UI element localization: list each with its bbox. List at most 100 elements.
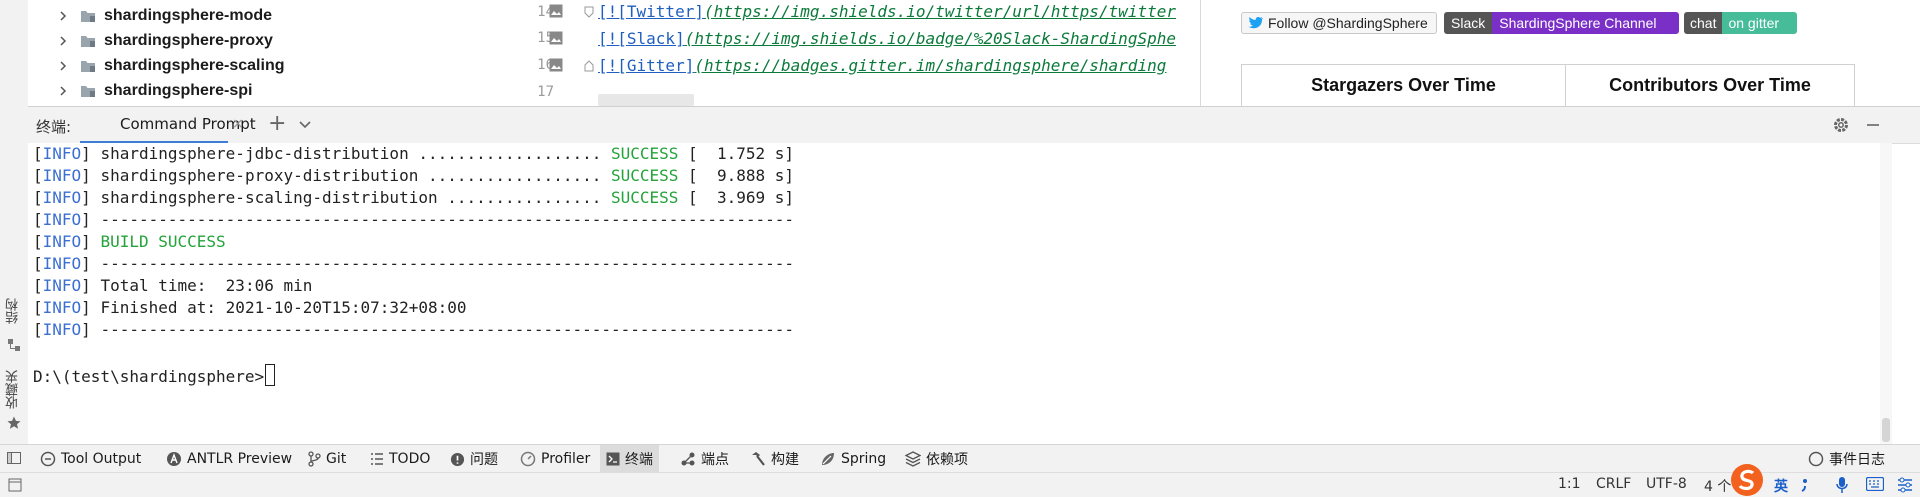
tool-window-label: 端点 bbox=[701, 452, 729, 468]
tree-item[interactable]: shardingsphere-spi bbox=[28, 79, 506, 104]
scrollbar-thumb[interactable] bbox=[1882, 418, 1890, 442]
terminal-line: [INFO] shardingsphere-scaling-distributi… bbox=[33, 188, 795, 207]
chevron-down-icon[interactable] bbox=[298, 117, 312, 131]
terminal-scrollbar[interactable] bbox=[1880, 143, 1892, 444]
problems-button[interactable]: 问题 bbox=[450, 445, 498, 473]
code-line: [![Slack](https://img.shields.io/badge/%… bbox=[598, 29, 1176, 55]
markdown-editor[interactable]: 14 [![Twitter](https://img.shields.io/tw… bbox=[506, 0, 1201, 106]
info-tag: INFO bbox=[42, 254, 82, 273]
structure-icon[interactable] bbox=[7, 338, 21, 352]
line-separator[interactable]: CRLF bbox=[1596, 476, 1631, 492]
ime-settings-icon[interactable] bbox=[1896, 476, 1914, 494]
build-button[interactable]: 构建 bbox=[750, 445, 799, 473]
tab-command-prompt[interactable]: Command Prompt bbox=[80, 107, 256, 144]
link-text: [![Twitter] bbox=[598, 2, 704, 21]
new-tab-button[interactable]: + bbox=[268, 111, 286, 136]
punctuation-icon[interactable] bbox=[1800, 477, 1810, 493]
profiler-button[interactable]: Profiler bbox=[520, 445, 590, 473]
status-success: SUCCESS bbox=[610, 188, 679, 207]
table-header: Stargazers Over Time bbox=[1311, 75, 1496, 95]
window-layout-icon[interactable] bbox=[8, 478, 22, 492]
chevron-right-icon[interactable] bbox=[56, 84, 70, 98]
tree-item[interactable]: shardingsphere-mode bbox=[28, 4, 506, 29]
tool-output-icon bbox=[40, 451, 56, 467]
code-line: [![Gitter](https://badges.gitter.im/shar… bbox=[598, 56, 1166, 82]
terminal-prompt-line[interactable]: D:\(test\shardingsphere> bbox=[33, 364, 276, 386]
info-tag: INFO bbox=[42, 188, 82, 207]
twitter-bird-icon bbox=[1248, 16, 1263, 29]
line-text: shardingsphere-scaling-distribution ....… bbox=[90, 188, 611, 207]
info-tag: INFO bbox=[42, 298, 82, 317]
line-text: Total time: 23:06 min bbox=[90, 276, 313, 295]
star-icon[interactable] bbox=[7, 416, 21, 430]
chevron-right-icon[interactable] bbox=[56, 9, 70, 23]
terminal-line: [INFO] shardingsphere-proxy-distribution… bbox=[33, 166, 795, 185]
image-icon[interactable] bbox=[549, 58, 563, 72]
favorites-tool-button[interactable]: 收藏夹 bbox=[4, 370, 23, 409]
table-header: Contributors Over Time bbox=[1609, 75, 1811, 95]
line-text: shardingsphere-proxy-distribution ......… bbox=[90, 166, 611, 185]
caret-position[interactable]: 1:1 bbox=[1558, 476, 1581, 492]
terminal-line: [INFO] ---------------------------------… bbox=[33, 320, 795, 339]
tree-item[interactable]: shardingsphere-scaling bbox=[28, 54, 506, 79]
folder-icon bbox=[81, 61, 95, 72]
indent-setting[interactable]: 4 个 bbox=[1704, 476, 1731, 496]
microphone-icon[interactable] bbox=[1836, 476, 1848, 494]
tool-window-label: ANTLR Preview bbox=[187, 451, 293, 467]
folder-icon bbox=[81, 86, 95, 97]
minimize-icon[interactable] bbox=[1864, 116, 1882, 134]
tool-window-label: TODO bbox=[389, 451, 431, 467]
editor-horizontal-scrollbar[interactable] bbox=[598, 94, 694, 106]
image-icon[interactable] bbox=[549, 31, 563, 45]
gitter-chat-badge[interactable]: chat on gitter bbox=[1684, 12, 1797, 34]
chevron-right-icon[interactable] bbox=[56, 59, 70, 73]
line-tail: [ 3.969 s] bbox=[678, 188, 795, 207]
terminal-icon bbox=[606, 452, 620, 466]
status-success: SUCCESS bbox=[610, 144, 679, 163]
link-url[interactable]: (https://badges.gitter.im/shardingsphere… bbox=[694, 56, 1166, 75]
terminal-output[interactable]: [INFO] shardingsphere-jdbc-distribution … bbox=[28, 143, 1880, 444]
layout-toggle-icon[interactable] bbox=[6, 450, 22, 466]
fold-icon[interactable] bbox=[584, 60, 594, 72]
tree-item-label: shardingsphere-scaling bbox=[104, 57, 285, 74]
git-branch-icon bbox=[308, 451, 321, 467]
gear-icon[interactable] bbox=[1832, 116, 1850, 134]
file-encoding[interactable]: UTF-8 bbox=[1646, 476, 1687, 492]
structure-tool-button[interactable]: 结构 bbox=[4, 298, 23, 324]
text-cursor bbox=[265, 364, 276, 386]
fold-icon[interactable] bbox=[584, 6, 594, 18]
chat-badge-right: on gitter bbox=[1722, 12, 1797, 34]
chevron-right-icon[interactable] bbox=[56, 34, 70, 48]
slack-badge-right: ShardingSphere Channel bbox=[1492, 12, 1679, 34]
keyboard-icon[interactable] bbox=[1866, 477, 1884, 491]
spring-button[interactable]: Spring bbox=[820, 445, 886, 473]
dependencies-button[interactable]: 依赖项 bbox=[905, 445, 968, 473]
line-text: ----------------------------------------… bbox=[90, 254, 795, 273]
build-success: BUILD SUCCESS bbox=[100, 232, 226, 251]
ime-language[interactable]: 英 bbox=[1774, 476, 1788, 496]
slack-badge[interactable]: Slack ShardingSphere Channel bbox=[1444, 12, 1679, 34]
tool-window-label: 问题 bbox=[470, 452, 498, 468]
tab-close-icon[interactable]: × bbox=[232, 116, 244, 132]
todo-button[interactable]: TODO bbox=[370, 445, 430, 473]
status-bar: 1:1 CRLF UTF-8 4 个 英 bbox=[0, 464, 1920, 497]
terminal-line: [INFO] ---------------------------------… bbox=[33, 254, 795, 273]
endpoints-button[interactable]: 端点 bbox=[680, 445, 729, 473]
info-tag: INFO bbox=[42, 320, 82, 339]
tool-output-button[interactable]: Tool Output bbox=[40, 445, 141, 473]
twitter-follow-badge[interactable]: Follow @ShardingSphere bbox=[1241, 12, 1437, 34]
terminal-button[interactable]: 终端 bbox=[600, 445, 659, 473]
tool-window-label: Tool Output bbox=[61, 451, 142, 467]
line-text bbox=[91, 232, 101, 251]
link-url[interactable]: (https://img.shields.io/badge/%20Slack-S… bbox=[685, 29, 1176, 48]
event-log-button[interactable]: 事件日志 bbox=[1808, 445, 1885, 473]
link-url[interactable]: (https://img.shields.io/twitter/url/http… bbox=[704, 2, 1176, 21]
terminal-prompt: D:\(test\shardingsphere> bbox=[33, 367, 265, 386]
line-text: shardingsphere-jdbc-distribution .......… bbox=[90, 144, 611, 163]
antlr-preview-button[interactable]: ANTLR Preview bbox=[166, 445, 292, 473]
sogou-ime-icon[interactable] bbox=[1730, 463, 1764, 497]
folder-icon bbox=[81, 11, 95, 22]
image-icon[interactable] bbox=[549, 4, 563, 18]
git-button[interactable]: Git bbox=[307, 445, 346, 473]
tree-item[interactable]: shardingsphere-proxy bbox=[28, 29, 506, 54]
